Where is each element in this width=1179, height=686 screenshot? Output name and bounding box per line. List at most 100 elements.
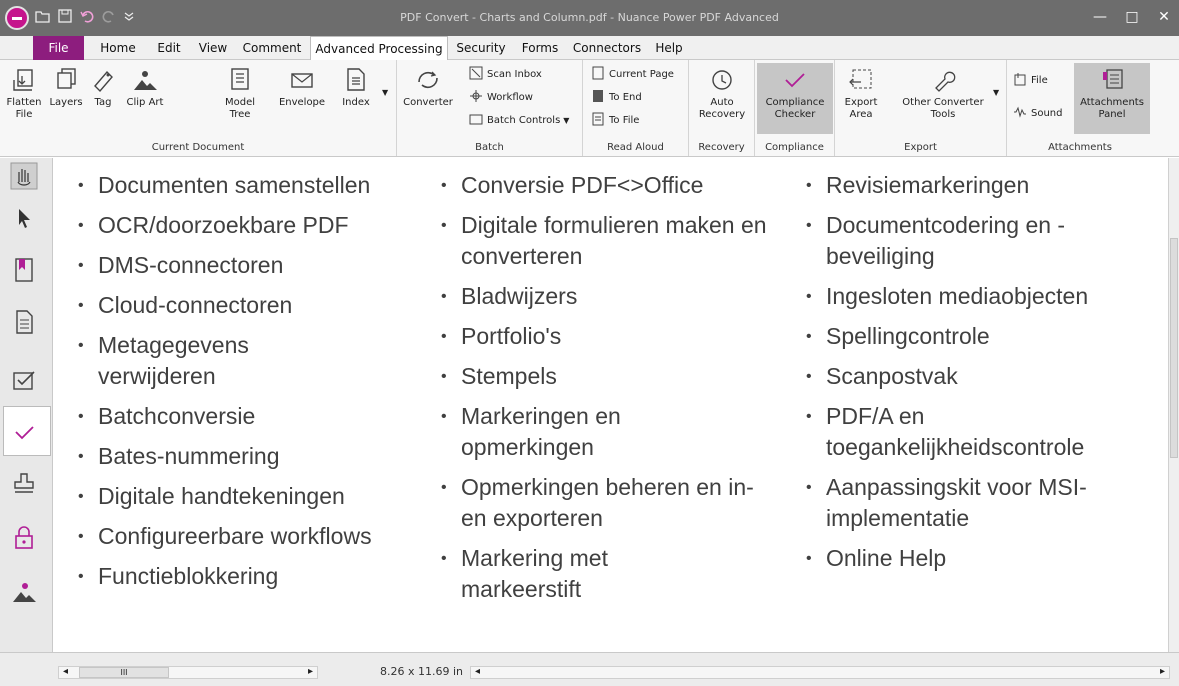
document-horizontal-scrollbar[interactable]: ◂ ▸ bbox=[470, 666, 1170, 679]
clip-art-panel-icon[interactable] bbox=[10, 578, 38, 606]
select-arrow-icon[interactable] bbox=[10, 204, 38, 232]
to-end-button[interactable]: To End bbox=[591, 89, 642, 107]
envelope-label: Envelope bbox=[278, 97, 326, 108]
workflow-label: Workflow bbox=[487, 92, 533, 103]
tag-label: Tag bbox=[94, 97, 112, 108]
clip-art-button[interactable]: Clip Art bbox=[122, 66, 168, 109]
lock-icon[interactable] bbox=[10, 524, 38, 552]
compliance-checker-label: Compliance Checker bbox=[765, 97, 825, 120]
list-item: Cloud-connectoren bbox=[72, 290, 432, 321]
tab-comment[interactable]: Comment bbox=[238, 36, 306, 60]
list-item: Markering met markeerstift bbox=[435, 543, 665, 605]
other-converter-tools-label: Other Converter Tools bbox=[902, 97, 984, 120]
other-tools-dropdown-icon[interactable]: ▼ bbox=[993, 88, 999, 97]
doc-scroll-left-arrow-icon[interactable]: ◂ bbox=[475, 666, 480, 677]
hand-tool-icon[interactable] bbox=[10, 162, 38, 190]
compliance-checker-button[interactable]: Compliance Checker bbox=[757, 63, 833, 134]
to-end-label: To End bbox=[609, 92, 642, 103]
vertical-scroll-thumb[interactable] bbox=[1170, 238, 1178, 458]
feature-column-3: Revisiemarkeringen Documentcodering en -… bbox=[800, 170, 1162, 583]
flatten-file-button[interactable]: Flatten File bbox=[6, 66, 42, 121]
sound-wave-icon bbox=[1014, 106, 1026, 118]
batch-controls-button[interactable]: Batch Controls ▼ bbox=[469, 112, 569, 130]
flatten-icon bbox=[13, 69, 33, 91]
maximize-button[interactable]: □ bbox=[1119, 6, 1145, 28]
tab-file[interactable]: File bbox=[33, 36, 84, 60]
index-button[interactable]: Index bbox=[336, 66, 376, 109]
group-compliance: Compliance Checker Compliance bbox=[755, 60, 835, 156]
list-item: Stempels bbox=[435, 361, 795, 392]
doc-scroll-right-arrow-icon[interactable]: ▸ bbox=[1160, 666, 1165, 677]
converter-button[interactable]: Converter bbox=[402, 66, 454, 109]
pages-icon[interactable] bbox=[10, 308, 38, 336]
scan-inbox-label: Scan Inbox bbox=[487, 69, 542, 80]
converter-label: Converter bbox=[403, 97, 453, 108]
group-export: Export Area Other Converter Tools ▼ Expo… bbox=[835, 60, 1007, 156]
minimize-button[interactable]: — bbox=[1087, 6, 1113, 28]
layers-button[interactable]: Layers bbox=[46, 66, 86, 109]
batch-controls-dropdown-icon: ▼ bbox=[563, 116, 570, 125]
attach-sound-button[interactable]: Sound bbox=[1013, 105, 1063, 123]
export-area-label: Export Area bbox=[844, 97, 878, 120]
panel-horizontal-scrollbar[interactable]: ◂ III ▸ bbox=[58, 666, 318, 679]
stamp-icon[interactable] bbox=[10, 470, 38, 498]
attach-file-icon bbox=[1014, 73, 1026, 86]
list-item: Revisiemarkeringen bbox=[800, 170, 1162, 201]
tag-button[interactable]: Tag bbox=[88, 66, 118, 109]
feature-column-1: Documenten samenstellen OCR/doorzoekbare… bbox=[72, 170, 432, 601]
tab-advanced-processing[interactable]: Advanced Processing bbox=[310, 36, 448, 61]
tab-view[interactable]: View bbox=[192, 36, 234, 60]
group-label-compliance: Compliance bbox=[765, 142, 824, 153]
batch-controls-icon bbox=[469, 114, 483, 125]
model-tree-button[interactable]: Model Tree bbox=[222, 66, 258, 121]
tab-help[interactable]: Help bbox=[648, 36, 690, 60]
panel-scroll-thumb[interactable]: III bbox=[79, 667, 169, 678]
group-attachments: File Sound Attachments Panel Attachments bbox=[1007, 60, 1153, 156]
auto-recovery-button[interactable]: Auto Recovery bbox=[695, 66, 749, 121]
attachments-panel-button[interactable]: Attachments Panel bbox=[1074, 63, 1150, 134]
current-page-button[interactable]: Current Page bbox=[591, 66, 674, 84]
list-item: Ingesloten mediaobjecten bbox=[800, 281, 1162, 312]
ribbon: Flatten File Layers Tag Clip Art Model T… bbox=[0, 60, 1179, 157]
index-dropdown-icon[interactable]: ▼ bbox=[382, 88, 388, 97]
scan-inbox-button[interactable]: Scan Inbox bbox=[469, 66, 542, 84]
tab-home[interactable]: Home bbox=[90, 36, 146, 60]
model-tree-label: Model Tree bbox=[224, 97, 256, 120]
group-label-export: Export bbox=[904, 142, 937, 153]
tab-connectors[interactable]: Connectors bbox=[570, 36, 644, 60]
tab-forms[interactable]: Forms bbox=[514, 36, 566, 60]
group-label-current-document: Current Document bbox=[151, 142, 245, 153]
group-current-document: Flatten File Layers Tag Clip Art Model T… bbox=[0, 60, 397, 156]
export-area-button[interactable]: Export Area bbox=[841, 66, 881, 121]
scan-inbox-icon bbox=[469, 66, 483, 80]
list-item: Documentcodering en -beveiliging bbox=[800, 210, 1070, 272]
current-page-label: Current Page bbox=[609, 69, 674, 80]
to-file-label: To File bbox=[609, 115, 640, 126]
tab-edit[interactable]: Edit bbox=[150, 36, 188, 60]
other-converter-tools-button[interactable]: Other Converter Tools bbox=[895, 66, 991, 121]
vertical-scrollbar[interactable] bbox=[1168, 158, 1179, 652]
close-button[interactable]: ✕ bbox=[1151, 6, 1177, 28]
attach-file-button[interactable]: File bbox=[1013, 72, 1048, 90]
read-current-page-icon bbox=[592, 66, 604, 80]
read-to-end-icon bbox=[593, 90, 603, 102]
converter-icon bbox=[418, 71, 438, 89]
workflow-button[interactable]: Workflow bbox=[469, 89, 533, 107]
list-item: Opmerkingen beheren en in- en exporteren bbox=[435, 472, 765, 534]
batch-controls-label: Batch Controls bbox=[487, 115, 561, 126]
checkbox-comments-icon[interactable] bbox=[10, 366, 38, 394]
envelope-button[interactable]: Envelope bbox=[276, 66, 328, 109]
tab-security[interactable]: Security bbox=[452, 36, 510, 60]
list-item: Aanpassingskit voor MSI-implementatie bbox=[800, 472, 1100, 534]
attachments-panel-icon bbox=[1103, 69, 1123, 89]
to-file-button[interactable]: To File bbox=[591, 112, 639, 130]
compliance-check-icon bbox=[15, 426, 34, 440]
page-size-readout: 8.26 x 11.69 in bbox=[380, 665, 464, 678]
bookmarks-icon[interactable] bbox=[10, 256, 38, 284]
scroll-left-arrow-icon[interactable]: ◂ bbox=[63, 666, 68, 677]
list-item: Bates-nummering bbox=[72, 441, 432, 472]
list-item: Online Help bbox=[800, 543, 1162, 574]
list-item: Functieblokkering bbox=[72, 561, 432, 592]
list-item: Conversie PDF<>Office bbox=[435, 170, 795, 201]
scroll-right-arrow-icon[interactable]: ▸ bbox=[308, 666, 313, 677]
